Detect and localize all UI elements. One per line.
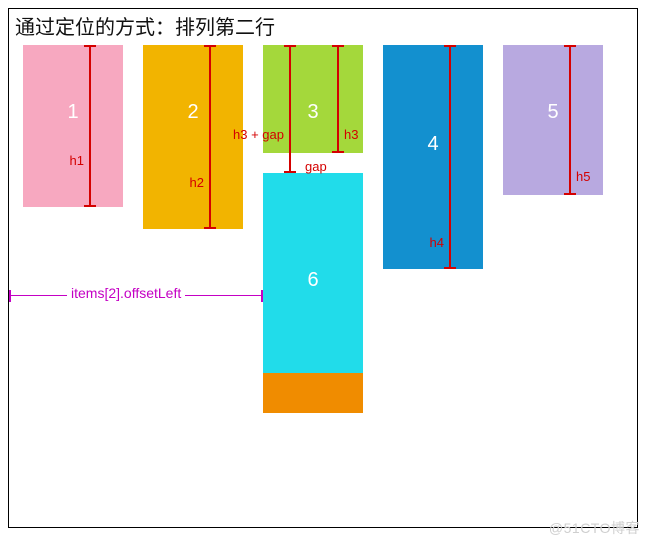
gap-label: gap — [305, 159, 327, 174]
bar-label: 5 — [503, 101, 603, 124]
dim-label: h5 — [576, 169, 590, 184]
dim-label: h1 — [70, 153, 84, 168]
bar-7 — [263, 373, 363, 413]
dim-h1: h1 — [89, 45, 91, 207]
dim-offset-left-label: items[2].offsetLeft — [67, 285, 185, 301]
dim-label: h2 — [190, 175, 204, 190]
bar-label: 4 — [383, 133, 483, 156]
bar-label: 3 — [263, 101, 363, 124]
bar-1: 1 — [23, 45, 123, 207]
diagram-frame: 通过定位的方式：排列第二行 1 2 3 4 5 6 h1 h2 — [8, 8, 638, 528]
dim-h5: h5 — [569, 45, 571, 195]
dim-h3: h3 — [337, 45, 339, 153]
bar-label: 6 — [263, 269, 363, 292]
diagram-title: 通过定位的方式：排列第二行 — [15, 11, 275, 40]
dim-h2: h2 — [209, 45, 211, 229]
diagram-canvas: 1 2 3 4 5 6 h1 h2 h3 — [9, 45, 637, 527]
dim-h3-plus-gap: h3 + gap — [289, 45, 291, 173]
bar-label: 2 — [143, 101, 243, 124]
dim-label: h3 — [344, 127, 358, 142]
dim-label: h3 + gap — [233, 127, 284, 142]
bar-2: 2 — [143, 45, 243, 229]
dim-h4: h4 — [449, 45, 451, 269]
dim-label: h4 — [430, 235, 444, 250]
bar-label: 1 — [23, 101, 123, 124]
bar-6: 6 — [263, 173, 363, 373]
